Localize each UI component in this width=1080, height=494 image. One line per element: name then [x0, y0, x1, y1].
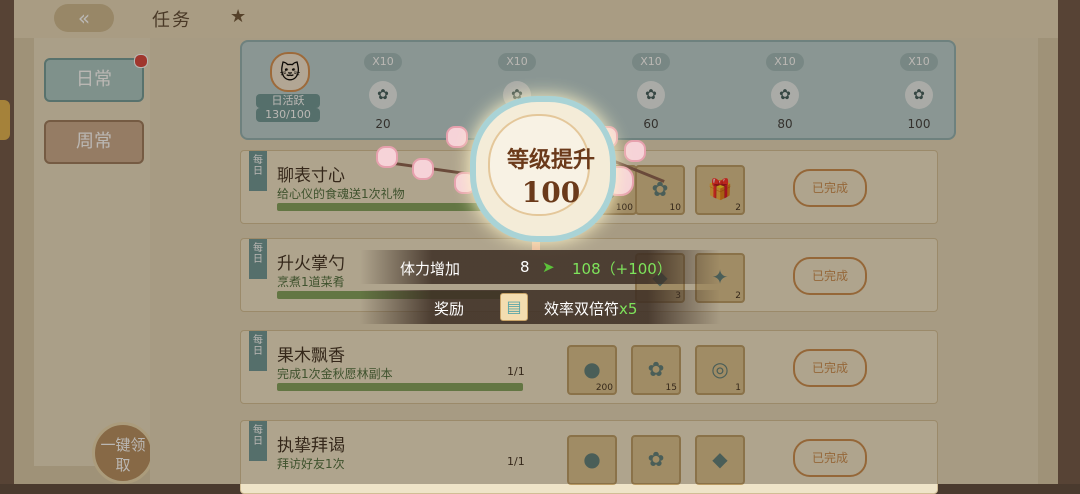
medal-face: 等级提升 100 [488, 114, 595, 216]
blossom-icon [446, 126, 468, 148]
stamina-label: 体力增加 [400, 260, 461, 278]
reward-item-name: 效率双倍符x5 [544, 298, 637, 319]
level-up-title: 等级提升 [506, 148, 595, 173]
level-up-medal: 等级提升 100 [470, 96, 616, 242]
stamina-old-value: 8 [520, 258, 530, 276]
blossom-icon [376, 146, 398, 168]
reward-multiplier: x5 [619, 300, 638, 318]
popup-overlay[interactable] [0, 0, 1080, 484]
increase-arrow-icon: ➤ [542, 258, 555, 276]
double-efficiency-charm-icon[interactable]: ▤ [500, 293, 528, 321]
blossom-icon [412, 158, 434, 180]
blossom-icon [624, 140, 646, 162]
stamina-new-value: 108（+100） [572, 260, 672, 278]
reward-name-text: 效率双倍符 [544, 300, 620, 318]
reward-row: 奖励 ▤ 效率双倍符x5 [360, 290, 720, 324]
reward-label: 奖励 [434, 300, 465, 318]
stamina-gain-row: 体力增加 8 ➤ 108（+100） [360, 250, 720, 284]
level-number: 100 [521, 176, 581, 209]
